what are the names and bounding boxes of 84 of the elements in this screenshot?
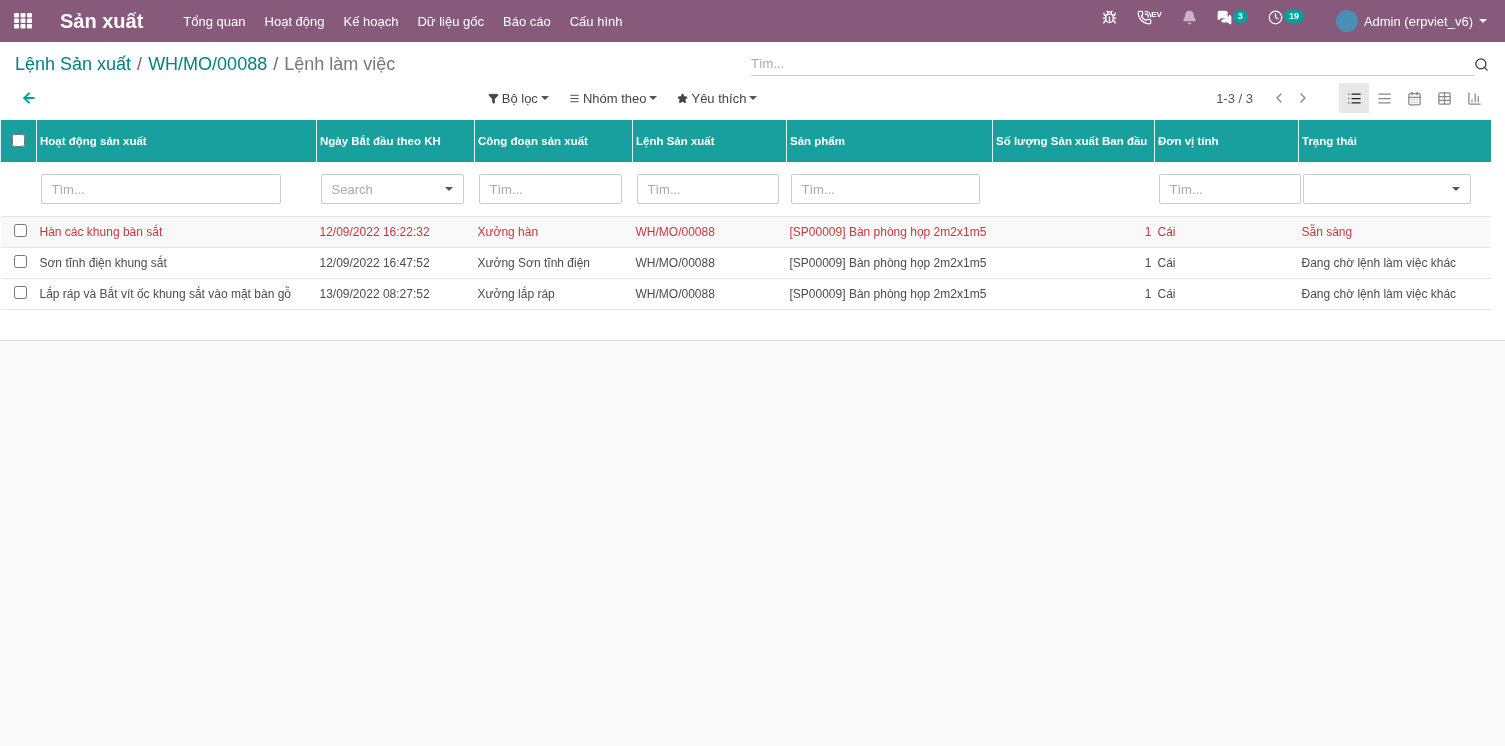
column-filter-field[interactable]: Tìm... [40, 174, 281, 204]
table-cell: Lắp ráp và Bắt vít ốc khung sắt vào mặt bàn gỗ [36, 278, 317, 310]
row-checkbox[interactable] [13, 255, 27, 268]
bar-chart-icon [1466, 90, 1482, 106]
menu-item[interactable]: Dữ liệu gốc [417, 13, 484, 29]
table-cell: 1 [992, 247, 1155, 279]
caret-icon [444, 187, 453, 191]
table-cell: [SP00009] Bàn phòng họp 2m2x1m5 [786, 216, 993, 248]
table-cell: Cái [1154, 216, 1299, 248]
table-cell: WH/MO/00088 [632, 278, 787, 310]
row-checkbox[interactable] [13, 286, 27, 299]
table-cell: Đang chờ lệnh làm việc khác [1298, 278, 1491, 310]
table-cell: Sẵn sàng [1298, 216, 1491, 248]
select-all-checkbox[interactable] [12, 133, 25, 147]
breadcrumb-current: Lệnh làm việc [284, 53, 396, 75]
caret-icon [1479, 19, 1487, 23]
user-avatar [1335, 10, 1358, 32]
table-icon [1436, 90, 1452, 106]
menu-icon [568, 92, 580, 104]
table-cell: WH/MO/00088 [632, 247, 787, 279]
apps-grid-icon[interactable] [14, 13, 32, 29]
favorite-dropdown[interactable]: Yêu thích [671, 89, 764, 107]
table-cell: 1 [992, 278, 1155, 310]
caret-icon [649, 96, 658, 100]
caret-icon [540, 96, 549, 100]
table-cell: Sơn tĩnh điện khung sắt [36, 247, 317, 279]
funnel-icon [487, 92, 499, 104]
lines-icon [1376, 90, 1392, 106]
bug-icon[interactable] [1102, 10, 1118, 25]
column-filter-field[interactable]: Tìm... [478, 174, 622, 204]
menu-item[interactable]: Tổng quan [183, 13, 246, 29]
menu-item[interactable]: Hoạt động [264, 13, 325, 29]
column-filter-field[interactable]: Tìm... [790, 174, 980, 204]
activity-button[interactable]: 19 [1267, 10, 1304, 32]
column-header[interactable]: Sản phẩm [786, 120, 993, 162]
table-cell: 12/09/2022 16:47:52 [316, 247, 475, 279]
messages-button[interactable]: 3 [1216, 10, 1248, 32]
caret-icon [749, 96, 758, 100]
breadcrumb-separator: / [273, 53, 279, 75]
column-header[interactable]: Lệnh Sản xuất [632, 120, 787, 162]
column-filter-field[interactable]: Tìm... [636, 174, 779, 204]
app-title: Sản xuất [60, 9, 144, 33]
pager: 1-3 / 3 [1216, 90, 1253, 106]
breadcrumb-link[interactable]: Lệnh Sản xuất [15, 53, 132, 75]
table-cell: Xưởng hàn [474, 216, 633, 248]
table-cell: 1 [992, 216, 1155, 248]
table-cell: [SP00009] Bàn phòng họp 2m2x1m5 [786, 247, 993, 279]
table-cell: Hàn các khung bàn sắt [36, 216, 317, 248]
breadcrumb-separator: / [137, 53, 143, 75]
search-icon[interactable] [1474, 56, 1489, 72]
calendar-icon [1406, 90, 1422, 106]
table-cell: Xưởng Sơn tĩnh điện [474, 247, 633, 279]
table-cell: Xưởng lắp ráp [474, 278, 633, 310]
column-header[interactable]: Ngày Bắt đầu theo KH [316, 120, 475, 162]
row-checkbox[interactable] [13, 224, 27, 237]
table-cell: 12/09/2022 16:22:32 [316, 216, 475, 248]
filter-dropdown[interactable]: Bộ lọc [481, 89, 555, 107]
menu-item[interactable]: Cấu hình [569, 13, 623, 29]
breadcrumb-link[interactable]: WH/MO/00088 [148, 53, 268, 75]
table-cell: 13/09/2022 08:27:52 [316, 278, 475, 310]
table-cell: [SP00009] Bàn phòng họp 2m2x1m5 [786, 278, 993, 310]
clock-icon[interactable] [1267, 10, 1283, 25]
chat-bubbles-icon[interactable] [1216, 10, 1232, 25]
group-dropdown[interactable]: Nhóm theo [562, 89, 664, 107]
column-header[interactable]: Hoạt động sản xuất [36, 120, 317, 162]
menu-item[interactable]: Báo cáo [503, 13, 551, 29]
column-header[interactable]: Công đoạn sản xuất [474, 120, 633, 162]
column-header[interactable]: Đơn vị tính [1154, 120, 1299, 162]
phone-button[interactable]: EV [1137, 10, 1162, 32]
caret-icon [1451, 187, 1460, 191]
column-header[interactable]: Trạng thái [1298, 120, 1491, 162]
column-header[interactable]: Số lượng Sản xuất Ban đầu [992, 120, 1155, 162]
list-view-button[interactable] [1339, 83, 1369, 113]
table-cell: Đang chờ lệnh làm việc khác [1298, 247, 1491, 279]
table-cell: Cái [1154, 247, 1299, 279]
star-icon [677, 92, 689, 104]
table-cell: WH/MO/00088 [632, 216, 787, 248]
user-menu[interactable]: Admin (erpviet_v6) [1329, 9, 1493, 33]
phone-icon[interactable] [1137, 10, 1153, 25]
table-cell: Cái [1154, 278, 1299, 310]
menu-item[interactable]: Kế hoạch [343, 13, 399, 29]
bell-icon[interactable] [1181, 10, 1197, 25]
list-icon [1346, 90, 1362, 106]
column-filter-field[interactable]: Tìm... [1158, 174, 1301, 204]
